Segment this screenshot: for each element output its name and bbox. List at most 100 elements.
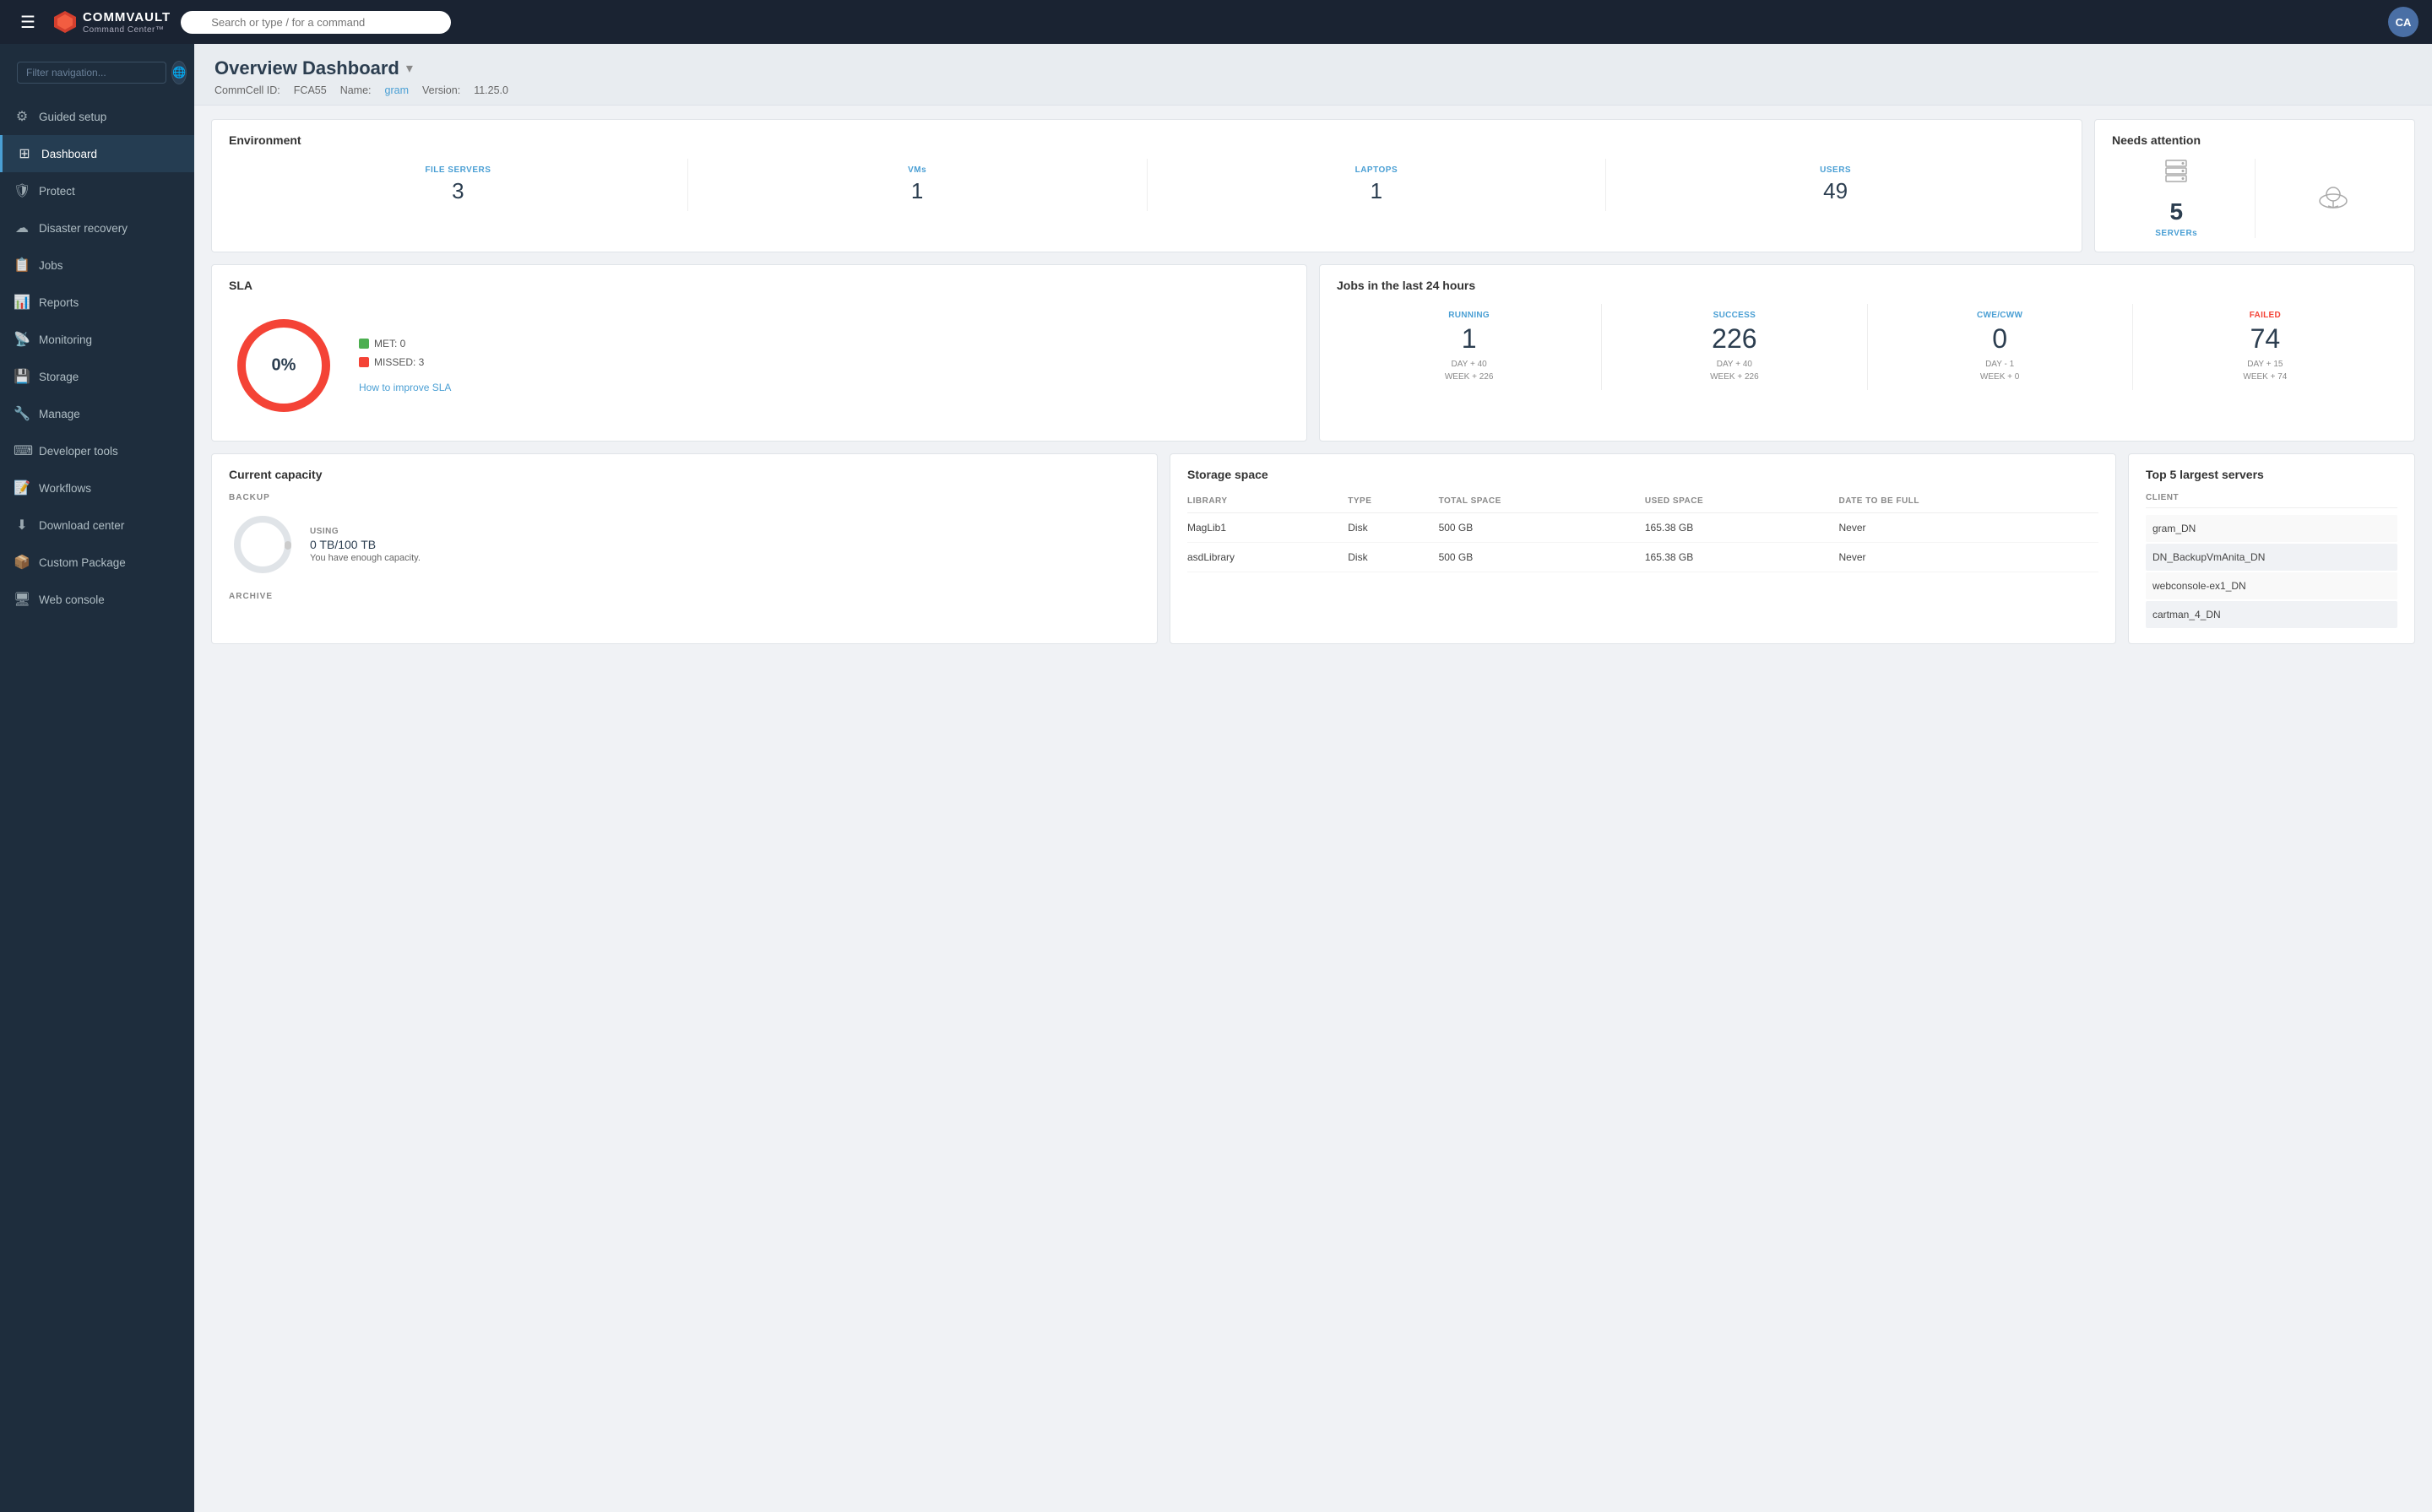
- sidebar-item-protect[interactable]: 🛡 Protect: [0, 172, 194, 209]
- sidebar-item-label: Download center: [39, 519, 124, 532]
- env-stat-laptops-label: LAPTOPS: [1148, 165, 1606, 175]
- sidebar-item-download-center[interactable]: ⬇ Download center: [0, 507, 194, 544]
- globe-icon: 🌐: [172, 66, 186, 79]
- search-input[interactable]: [181, 11, 451, 34]
- sidebar-item-guided-setup[interactable]: ⚙ Guided setup: [0, 98, 194, 135]
- filter-navigation-input[interactable]: [17, 62, 166, 84]
- env-stat-laptops[interactable]: LAPTOPS 1: [1148, 159, 1607, 211]
- sla-met-label: MET: 0: [374, 338, 405, 350]
- search-wrapper: 🔍: [181, 11, 451, 34]
- sidebar-item-label: Custom Package: [39, 556, 126, 569]
- sla-legend: MET: 0 MISSED: 3: [359, 338, 451, 368]
- sidebar-item-label: Dashboard: [41, 148, 97, 160]
- env-stat-file-servers-value: 3: [229, 178, 687, 204]
- job-running-value: 1: [1340, 323, 1598, 355]
- dashboard-icon: ⊞: [16, 145, 33, 162]
- storage-col-used: USED SPACE: [1645, 493, 1839, 513]
- storage-library-2: asdLibrary: [1187, 543, 1348, 572]
- list-item[interactable]: webconsole-ex1_DN: [2146, 572, 2397, 599]
- na-servers-label: SERVERs: [2155, 229, 2197, 238]
- sidebar-item-monitoring[interactable]: 📡 Monitoring: [0, 321, 194, 358]
- reports-icon: 📊: [14, 294, 30, 311]
- capacity-backup-donut: [229, 511, 296, 578]
- needs-attention-body: 5 SERVERs: [2112, 159, 2397, 238]
- dashboard-grid: Environment FILE SERVERS 3 VMs 1 LAPTOPS: [194, 106, 2432, 658]
- jobs-card: Jobs in the last 24 hours RUNNING 1 DAY …: [1319, 264, 2415, 442]
- env-stat-vms-label: VMs: [688, 165, 1147, 175]
- sidebar-item-storage[interactable]: 💾 Storage: [0, 358, 194, 395]
- avatar[interactable]: CA: [2388, 7, 2418, 37]
- sidebar-item-disaster-recovery[interactable]: ☁ Disaster recovery: [0, 209, 194, 247]
- jobs-icon: 📋: [14, 257, 30, 274]
- sla-missed-label: MISSED: 3: [374, 356, 424, 368]
- sidebar-item-manage[interactable]: 🔧 Manage: [0, 395, 194, 432]
- capacity-card: Current capacity BACKUP USING: [211, 453, 1158, 644]
- job-failed-label: FAILED: [2136, 311, 2394, 320]
- environment-stats: FILE SERVERS 3 VMs 1 LAPTOPS 1 USERS: [229, 159, 2065, 211]
- needs-attention-title: Needs attention: [2112, 133, 2397, 147]
- env-stat-users[interactable]: USERS 49: [1606, 159, 2065, 211]
- env-stat-vms[interactable]: VMs 1: [688, 159, 1148, 211]
- storage-type-2: Disk: [1348, 543, 1438, 572]
- capacity-title: Current capacity: [229, 468, 1140, 481]
- job-running-label: RUNNING: [1340, 311, 1598, 320]
- sla-legend-met: MET: 0: [359, 338, 451, 350]
- row-mid: SLA 0% MET: 0: [211, 264, 2415, 442]
- commcell-id-label: CommCell ID:: [214, 84, 280, 96]
- needs-attention-card: Needs attention: [2094, 119, 2415, 252]
- sidebar-item-label: Web console: [39, 593, 105, 606]
- job-stat-success[interactable]: SUCCESS 226 DAY + 40 WEEK + 226: [1602, 304, 1867, 390]
- hamburger-menu-button[interactable]: ☰: [14, 8, 42, 36]
- topbar: ☰ COMMVAULT Command Center™ 🔍 CA: [0, 0, 2432, 44]
- storage-used-2: 165.38 GB: [1645, 543, 1839, 572]
- job-cwe-value: 0: [1871, 323, 2129, 355]
- disaster-recovery-icon: ☁: [14, 219, 30, 236]
- job-stat-cwe[interactable]: CWE/CWW 0 DAY - 1 WEEK + 0: [1868, 304, 2133, 390]
- page-title: Overview Dashboard: [214, 57, 399, 79]
- sidebar-item-reports[interactable]: 📊 Reports: [0, 284, 194, 321]
- list-item[interactable]: cartman_4_DN: [2146, 601, 2397, 628]
- sidebar-item-workflows[interactable]: 📝 Workflows: [0, 469, 194, 507]
- sidebar-item-developer-tools[interactable]: ⌨ Developer tools: [0, 432, 194, 469]
- top-servers-card: Top 5 largest servers CLIENT gram_DN DN_…: [2128, 453, 2415, 644]
- capacity-archive-label: ARCHIVE: [229, 592, 1140, 601]
- job-cwe-delta: DAY - 1 WEEK + 0: [1871, 358, 2129, 383]
- storage-used-1: 165.38 GB: [1645, 513, 1839, 543]
- workflows-icon: 📝: [14, 480, 30, 496]
- list-item[interactable]: gram_DN: [2146, 515, 2397, 542]
- table-row: MagLib1 Disk 500 GB 165.38 GB Never: [1187, 513, 2098, 543]
- list-item[interactable]: DN_BackupVmAnita_DN: [2146, 544, 2397, 571]
- sidebar-item-web-console[interactable]: 🖥 Web console: [0, 581, 194, 618]
- storage-library-1: MagLib1: [1187, 513, 1348, 543]
- na-servers-item[interactable]: 5 SERVERs: [2112, 159, 2256, 238]
- environment-title: Environment: [229, 133, 2065, 147]
- capacity-backup-label: BACKUP: [229, 493, 1140, 502]
- env-stat-file-servers[interactable]: FILE SERVERS 3: [229, 159, 688, 211]
- missed-dot: [359, 357, 369, 367]
- na-servers-count: 5: [2169, 198, 2183, 225]
- commcell-id-value: FCA55: [294, 84, 327, 96]
- storage-date-1: Never: [1839, 513, 2099, 543]
- job-stat-failed[interactable]: FAILED 74 DAY + 15 WEEK + 74: [2133, 304, 2397, 390]
- capacity-backup-using-label: USING: [310, 527, 421, 536]
- storage-col-type: TYPE: [1348, 493, 1438, 513]
- capacity-backup-section: BACKUP USING 0 TB/100 TB: [229, 493, 1140, 578]
- sidebar-item-label: Developer tools: [39, 445, 118, 458]
- top-servers-title: Top 5 largest servers: [2146, 468, 2397, 481]
- sidebar-globe-button[interactable]: 🌐: [171, 61, 187, 84]
- sidebar-item-custom-package[interactable]: 📦 Custom Package: [0, 544, 194, 581]
- na-cloud-item[interactable]: [2269, 182, 2398, 215]
- sidebar-item-label: Workflows: [39, 482, 91, 495]
- logo-main-text: COMMVAULT: [83, 10, 171, 24]
- job-stat-running[interactable]: RUNNING 1 DAY + 40 WEEK + 226: [1337, 304, 1602, 390]
- sla-improve-link[interactable]: How to improve SLA: [359, 382, 451, 393]
- sidebar-item-jobs[interactable]: 📋 Jobs: [0, 247, 194, 284]
- dashboard-dropdown-chevron[interactable]: ▾: [406, 60, 413, 77]
- name-label: Name:: [340, 84, 372, 96]
- sidebar-item-dashboard[interactable]: ⊞ Dashboard: [0, 135, 194, 172]
- capacity-backup-info: USING 0 TB/100 TB You have enough capaci…: [310, 527, 421, 563]
- sidebar-item-label: Protect: [39, 185, 75, 198]
- top-servers-column-header: CLIENT: [2146, 493, 2397, 508]
- web-console-icon: 🖥: [14, 591, 30, 608]
- name-value[interactable]: gram: [385, 84, 409, 96]
